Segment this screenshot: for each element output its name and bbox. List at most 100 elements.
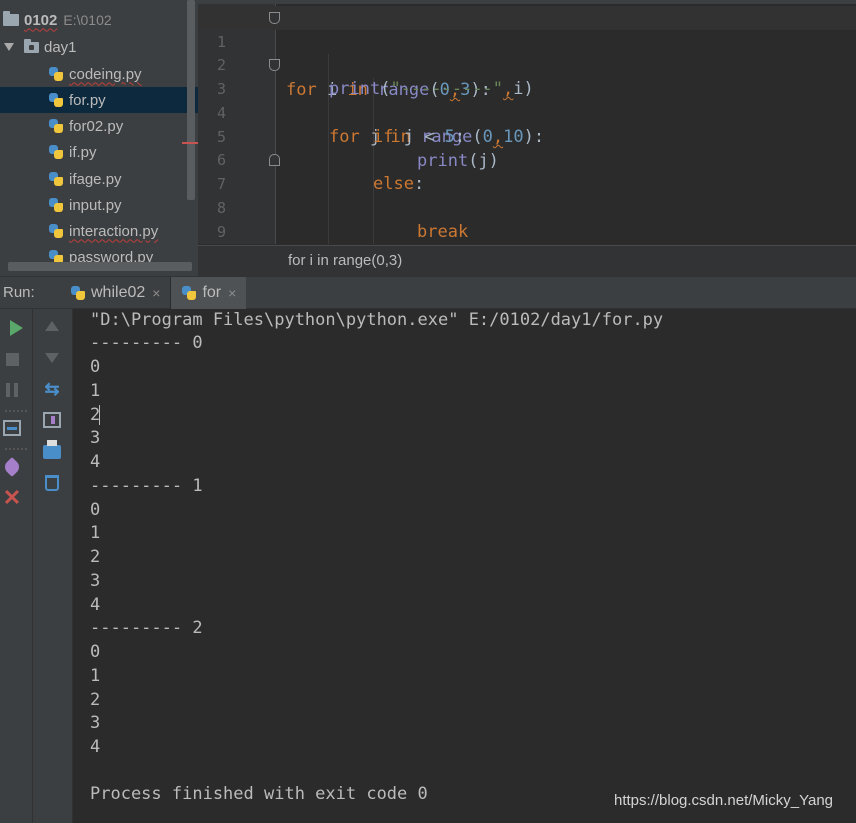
file-label: if.py — [69, 143, 97, 161]
python-file-icon — [48, 66, 64, 82]
toolbar-separator — [5, 410, 27, 412]
file-item[interactable]: codeing.py — [0, 61, 186, 87]
toolbar-separator — [5, 448, 27, 450]
file-item-selected[interactable]: for.py — [0, 87, 198, 113]
code-line[interactable]: 8 — [198, 172, 856, 217]
stop-icon — [5, 352, 19, 366]
pin-icon — [2, 457, 22, 477]
pin-tab-button[interactable] — [1, 456, 23, 478]
pause-button[interactable] — [1, 379, 23, 401]
package-folder-icon — [24, 38, 39, 53]
close-run-button[interactable]: ✕ — [1, 487, 23, 509]
soft-wrap-button[interactable]: ⇆ — [41, 378, 63, 400]
console-line: 1 — [90, 381, 101, 401]
python-file-icon — [48, 118, 64, 134]
console-output[interactable]: "D:\Program Files\python\python.exe" E:/… — [73, 309, 856, 823]
code-line[interactable]: 5 print(j) — [198, 101, 856, 171]
run-toolbar-secondary: ⇆ — [33, 309, 73, 823]
run-tab-label: while02 — [91, 283, 146, 301]
printer-icon — [43, 440, 61, 459]
soft-wrap-icon: ⇆ — [44, 379, 60, 399]
code-line[interactable]: 6 else: — [198, 124, 856, 194]
python-file-icon — [48, 223, 64, 239]
project-panel: 0102 E:\0102 day1 codeing.py for.py for0… — [0, 0, 198, 276]
restore-layout-button[interactable] — [1, 417, 23, 439]
console-line: 0 — [90, 500, 101, 520]
console-line: 2 — [90, 547, 101, 567]
console-line: 1 — [90, 523, 101, 543]
scroll-to-end-button[interactable] — [41, 409, 63, 431]
python-file-icon — [48, 197, 64, 213]
console-line: 3 — [90, 428, 101, 448]
file-label: input.py — [69, 196, 122, 214]
previous-occurrence-button[interactable] — [41, 315, 63, 337]
trash-icon — [45, 475, 59, 491]
console-line: --------- 0 — [90, 333, 203, 353]
console-line: 3 — [90, 571, 101, 591]
file-label: for02.py — [69, 117, 124, 135]
file-label: ifage.py — [69, 170, 122, 188]
project-horizontal-scrollbar[interactable] — [8, 262, 192, 271]
run-toolbar-primary: ✕ — [0, 309, 33, 823]
console-line: 4 — [90, 737, 101, 757]
clear-all-button[interactable] — [41, 472, 63, 494]
run-tab-while02[interactable]: while02 × — [60, 277, 170, 309]
console-line: --------- 2 — [90, 618, 203, 638]
run-label: Run: — [3, 284, 35, 301]
expand-arrow-icon — [4, 43, 14, 51]
fold-marker-icon[interactable] — [269, 12, 280, 24]
close-icon[interactable]: × — [228, 285, 236, 301]
folder-label: day1 — [44, 38, 77, 56]
console-line: 0 — [90, 357, 101, 377]
project-vertical-scrollbar[interactable] — [187, 0, 195, 200]
project-root[interactable]: 0102 E:\0102 — [0, 7, 186, 33]
breadcrumb[interactable]: for i in range(0,3) — [198, 245, 856, 276]
code-editor[interactable]: 1 for i in range(0,3): 2 print("--------… — [198, 0, 856, 276]
close-x-icon: ✕ — [2, 485, 22, 510]
top-area: 0102 E:\0102 day1 codeing.py for.py for0… — [0, 0, 856, 276]
file-item[interactable]: input.py — [0, 192, 186, 218]
editor-tab-strip — [198, 0, 856, 4]
console-line: 4 — [90, 452, 101, 472]
folder-icon — [3, 11, 19, 26]
print-button[interactable] — [41, 440, 63, 463]
console-line: 3 — [90, 713, 101, 733]
next-occurrence-button[interactable] — [41, 347, 63, 369]
code-line[interactable]: 3 for j in range(0,10): — [198, 53, 856, 147]
close-icon[interactable]: × — [152, 285, 160, 301]
stop-button[interactable] — [1, 348, 23, 370]
file-label: codeing.py — [69, 65, 142, 83]
python-run-icon — [181, 285, 197, 301]
run-tab-for[interactable]: for × — [171, 276, 247, 309]
file-item[interactable]: for02.py — [0, 113, 186, 139]
rerun-button[interactable] — [5, 317, 27, 339]
fold-marker-icon[interactable] — [269, 59, 280, 71]
project-root-name: 0102 — [24, 11, 58, 29]
console-line: 2 — [90, 690, 101, 710]
file-item[interactable]: ifage.py — [0, 166, 186, 192]
code-line[interactable]: 2 print("---------",i) — [198, 29, 856, 99]
file-label: for.py — [69, 91, 106, 109]
error-marker — [182, 142, 198, 144]
up-arrow-icon — [45, 321, 59, 331]
code-line[interactable]: 4 if j < 5: — [198, 77, 856, 147]
code-line[interactable]: 7 break — [198, 148, 856, 242]
folder-day1[interactable]: day1 — [0, 34, 186, 60]
console-line: 1 — [90, 666, 101, 686]
watermark-text: https://blog.csdn.net/Micky_Yang — [614, 792, 834, 809]
python-file-icon — [48, 144, 64, 160]
code-line[interactable]: 10 — [198, 219, 856, 264]
file-item[interactable]: if.py — [0, 139, 186, 165]
run-tab-label: for — [202, 283, 222, 301]
python-file-icon — [48, 171, 64, 187]
fold-marker-icon[interactable] — [269, 154, 280, 166]
python-run-icon — [70, 285, 86, 301]
code-line[interactable]: 9 — [198, 196, 856, 241]
file-item[interactable]: interaction.py — [0, 218, 186, 244]
python-file-icon — [48, 92, 64, 108]
scroll-to-end-icon — [43, 412, 61, 428]
code-line[interactable]: 1 for i in range(0,3): — [198, 6, 856, 100]
text-caret — [99, 405, 100, 425]
pause-icon — [6, 383, 18, 397]
run-header: Run: while02 × for × — [0, 276, 856, 309]
